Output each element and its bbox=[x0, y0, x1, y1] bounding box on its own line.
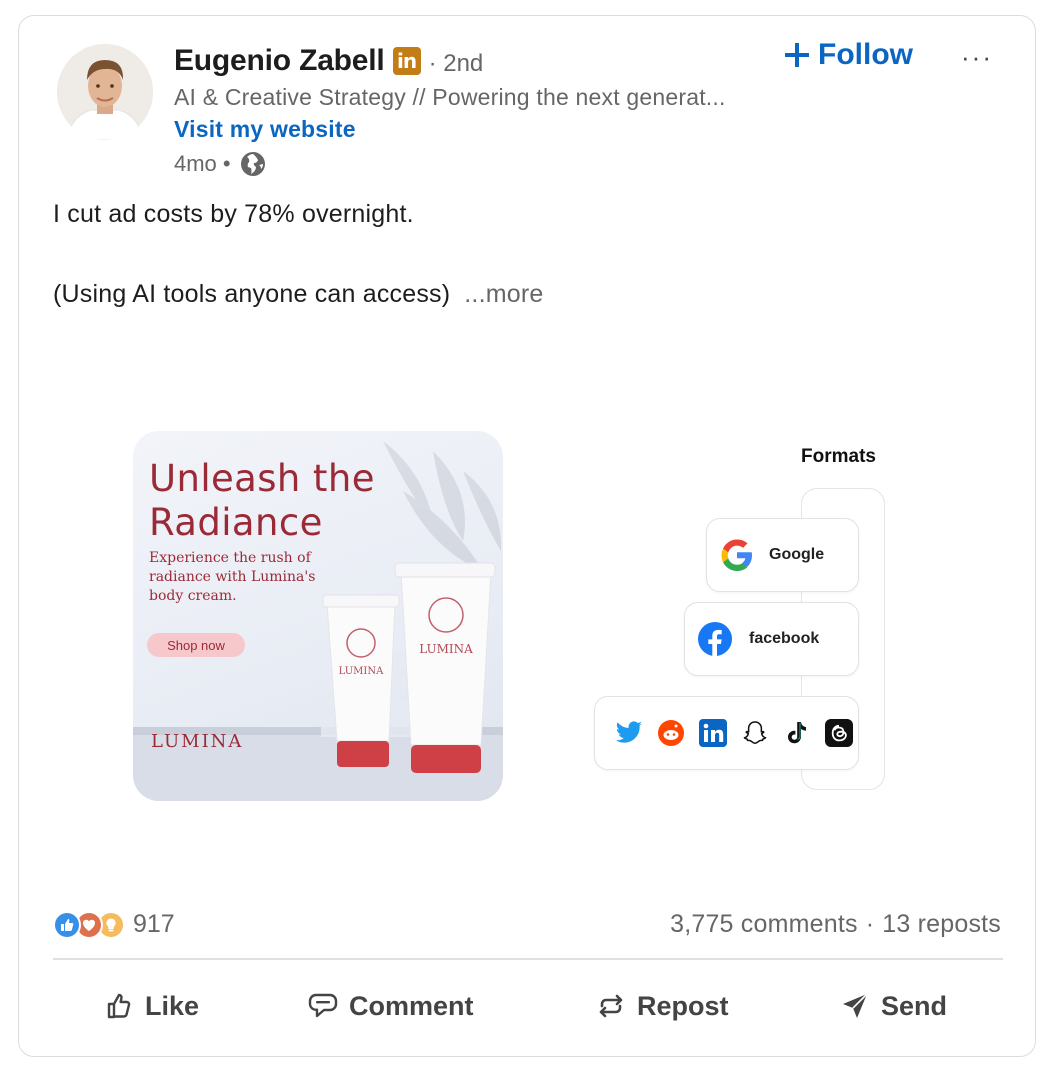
facebook-label: facebook bbox=[749, 630, 820, 647]
tiktok-icon bbox=[781, 717, 813, 749]
send-button[interactable]: Send bbox=[839, 990, 947, 1022]
author-headline: AI & Creative Strategy // Powering the n… bbox=[174, 84, 726, 110]
social-counts: 3,775 comments · 13 reposts bbox=[670, 910, 1001, 939]
linkedin-premium-icon: in bbox=[392, 47, 421, 75]
post-text-line-2-content: (Using AI tools anyone can access) bbox=[53, 280, 451, 308]
author-avatar[interactable] bbox=[57, 44, 153, 140]
like-label: Like bbox=[145, 990, 200, 1021]
post-card: Eugenio Zabell in · 2nd AI & Creative St… bbox=[18, 15, 1036, 1057]
reaction-count: 917 bbox=[133, 910, 175, 938]
author-name-row: Eugenio Zabell in · 2nd bbox=[174, 44, 483, 78]
svg-text:LUMINA: LUMINA bbox=[339, 666, 384, 677]
post-text-line-1: I cut ad costs by 78% overnight. bbox=[53, 200, 414, 228]
repost-button[interactable]: Repost bbox=[595, 990, 729, 1022]
send-icon bbox=[843, 993, 868, 1018]
more-options-icon[interactable]: ··· bbox=[961, 42, 993, 73]
globe-icon bbox=[240, 152, 265, 176]
ad-headline-line-2: Radiance bbox=[149, 501, 323, 544]
like-button[interactable]: Like bbox=[103, 990, 199, 1022]
ad-headline-line-1: Unleash the bbox=[149, 457, 375, 500]
ad-subtext: Experience the rush of radiance with Lum… bbox=[149, 550, 316, 604]
author-name[interactable]: Eugenio Zabell bbox=[174, 44, 385, 78]
post-text-line-2: (Using AI tools anyone can access) ...mor… bbox=[53, 280, 543, 309]
like-reaction-icon bbox=[53, 910, 81, 939]
google-label: Google bbox=[769, 546, 825, 563]
thumbs-up-icon bbox=[107, 993, 131, 1019]
website-link[interactable]: Visit my website bbox=[174, 116, 356, 143]
facebook-icon bbox=[698, 622, 732, 656]
post-meta: 4mo • bbox=[174, 150, 267, 178]
format-social-networks bbox=[594, 696, 859, 770]
reddit-icon bbox=[655, 717, 687, 749]
follow-label: Follow bbox=[818, 38, 913, 71]
snapchat-icon bbox=[739, 717, 771, 749]
ad-creative: LUMINA LUMINA Unleash the Radiance Exper… bbox=[133, 431, 503, 801]
twitter-icon bbox=[613, 717, 645, 749]
comment-label: Comment bbox=[349, 990, 474, 1021]
ad-shop-now-button: Shop now bbox=[147, 633, 245, 657]
plus-icon bbox=[785, 43, 809, 67]
counts-separator: · bbox=[865, 910, 875, 938]
ad-brand-logo: LUMINA bbox=[151, 731, 244, 752]
google-icon bbox=[721, 539, 752, 571]
comment-button[interactable]: Comment bbox=[307, 990, 474, 1022]
format-google: Google bbox=[706, 518, 859, 592]
formats-title: Formats bbox=[801, 446, 876, 467]
reactions-summary[interactable]: 917 bbox=[53, 910, 175, 939]
follow-button[interactable]: Follow bbox=[784, 38, 913, 72]
post-time: 4mo • bbox=[174, 151, 231, 176]
ad-headline: Unleash the Radiance bbox=[149, 457, 375, 545]
svg-text:LUMINA: LUMINA bbox=[419, 642, 473, 656]
connection-degree: · 2nd bbox=[428, 50, 484, 77]
comments-count[interactable]: 3,775 comments bbox=[670, 910, 858, 939]
linkedin-icon bbox=[697, 717, 729, 749]
comment-icon bbox=[308, 993, 338, 1018]
repost-label: Repost bbox=[637, 990, 729, 1021]
reposts-count[interactable]: 13 reposts bbox=[882, 910, 1001, 939]
post-media[interactable]: LUMINA LUMINA Unleash the Radiance Exper… bbox=[19, 334, 1035, 894]
send-label: Send bbox=[881, 990, 948, 1021]
action-bar-divider bbox=[53, 958, 1003, 960]
format-facebook: facebook bbox=[684, 602, 859, 676]
see-more-link[interactable]: ...more bbox=[464, 280, 543, 308]
threads-icon bbox=[823, 717, 855, 749]
repost-icon bbox=[599, 994, 623, 1018]
